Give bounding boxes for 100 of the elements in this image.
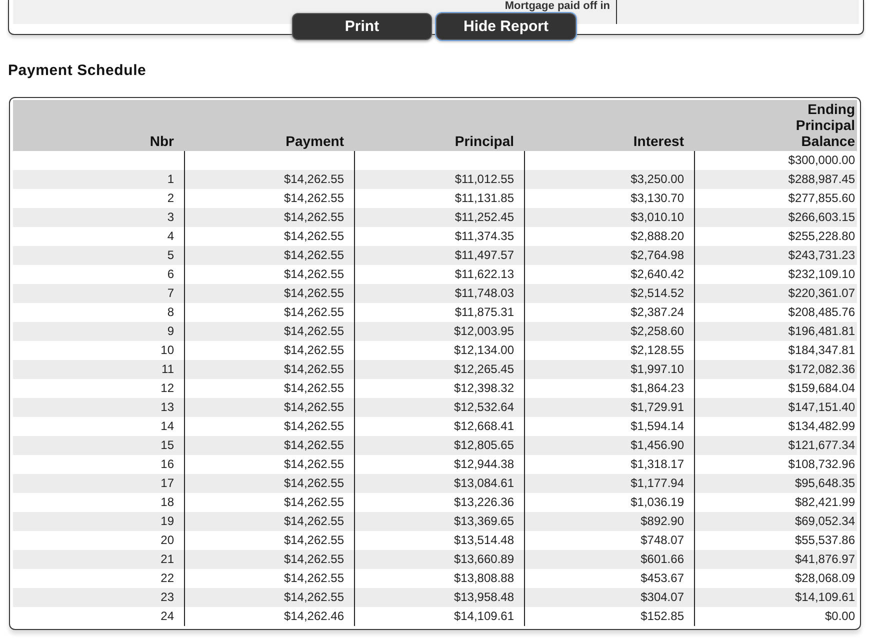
- table-cell: 5: [167, 248, 174, 262]
- table-cell: $95,648.35: [794, 476, 855, 490]
- table-cell: 8: [167, 305, 174, 319]
- table-cell: $184,347.81: [788, 343, 855, 357]
- table-cell: $196,481.81: [788, 324, 855, 338]
- table-cell: $14,262.55: [284, 305, 344, 319]
- table-cell: 10: [160, 343, 174, 357]
- table-cell: $11,252.45: [454, 210, 514, 224]
- table-cell: $14,262.55: [284, 419, 344, 433]
- table-cell: 14: [160, 419, 174, 433]
- table-cell: $277,855.60: [788, 191, 855, 205]
- column-header: Payment: [284, 132, 345, 151]
- table-cell: $152.85: [640, 609, 684, 623]
- table-cell: 24: [160, 609, 174, 623]
- table-cell: $14,262.55: [284, 381, 344, 395]
- table-cell: $14,262.55: [284, 362, 344, 376]
- table-cell: $14,262.55: [284, 229, 344, 243]
- table-cell: $13,660.89: [454, 552, 514, 566]
- table-cell: $14,262.55: [284, 514, 344, 528]
- table-cell: $11,012.55: [454, 172, 514, 186]
- table-cell: 15: [160, 438, 174, 452]
- table-cell: 6: [167, 267, 174, 281]
- section-title: Payment Schedule: [8, 62, 146, 79]
- table-cell: $13,226.36: [454, 495, 514, 509]
- table-cell: $304.07: [640, 590, 684, 604]
- table-cell: 16: [160, 457, 174, 471]
- table-cell: 19: [160, 514, 174, 528]
- table-cell: $11,497.57: [454, 248, 514, 262]
- table-cell: $12,668.41: [454, 419, 514, 433]
- table-cell: $220,361.07: [788, 286, 855, 300]
- table-cell: $12,003.95: [454, 324, 514, 338]
- table-cell: $13,084.61: [454, 476, 514, 490]
- table-cell: $14,262.55: [284, 457, 344, 471]
- column-header: Principal: [454, 132, 515, 151]
- table-cell: $300,000.00: [788, 153, 855, 167]
- table-cell: $11,622.13: [454, 267, 514, 281]
- table-cell: $13,514.48: [454, 533, 514, 547]
- table-cell: $288,987.45: [788, 172, 855, 186]
- table-cell: $453.67: [640, 571, 684, 585]
- column-header: Interest: [632, 132, 685, 151]
- table-cell: $14,109.61: [454, 609, 514, 623]
- table-cell: $1,036.19: [630, 495, 684, 509]
- table-cell: $14,262.55: [284, 571, 344, 585]
- table-cell: $121,677.34: [788, 438, 855, 452]
- table-cell: $255,228.80: [788, 229, 855, 243]
- table-cell: $13,808.88: [454, 571, 514, 585]
- table-cell: 17: [160, 476, 174, 490]
- table-cell: $55,537.86: [794, 533, 855, 547]
- column-header: Ending Principal Balance: [795, 100, 856, 151]
- table-cell: $14,262.55: [284, 172, 344, 186]
- table-cell: $14,262.55: [284, 590, 344, 604]
- table-cell: $14,262.55: [284, 343, 344, 357]
- table-cell: $2,640.42: [630, 267, 684, 281]
- table-cell: $14,262.55: [284, 476, 344, 490]
- table-cell: $13,369.65: [454, 514, 514, 528]
- table-cell: 22: [160, 571, 174, 585]
- hide-report-button[interactable]: Hide Report: [436, 13, 576, 40]
- table-cell: $3,010.10: [630, 210, 684, 224]
- table-cell: 7: [167, 286, 174, 300]
- table-cell: $3,130.70: [630, 191, 684, 205]
- table-cell: $11,374.35: [454, 229, 514, 243]
- table-cell: $14,262.55: [284, 286, 344, 300]
- column-header: Nbr: [148, 132, 175, 151]
- table-cell: $12,944.38: [454, 457, 514, 471]
- table-cell: $14,262.46: [284, 609, 344, 623]
- table-cell: $14,262.55: [284, 400, 344, 414]
- table-cell: $3,250.00: [630, 172, 684, 186]
- table-cell: 20: [160, 533, 174, 547]
- table-cell: $748.07: [640, 533, 684, 547]
- table-cell: $14,262.55: [284, 191, 344, 205]
- table-cell: $266,603.15: [788, 210, 855, 224]
- table-cell: $14,262.55: [284, 533, 344, 547]
- table-cell: 12: [160, 381, 174, 395]
- table-cell: $12,398.32: [454, 381, 514, 395]
- table-cell: $1,997.10: [630, 362, 684, 376]
- table-cell: $232,109.10: [788, 267, 855, 281]
- table-cell: $208,485.76: [788, 305, 855, 319]
- table-cell: $1,729.91: [630, 400, 684, 414]
- table-cell: $14,109.61: [794, 590, 855, 604]
- table-cell: $14,262.55: [284, 324, 344, 338]
- table-cell: $2,128.55: [630, 343, 684, 357]
- table-cell: $159,684.04: [788, 381, 855, 395]
- table-cell: $601.66: [640, 552, 684, 566]
- table-cell: $12,134.00: [454, 343, 514, 357]
- table-cell: $14,262.55: [284, 438, 344, 452]
- table-cell: $14,262.55: [284, 552, 344, 566]
- table-cell: $243,731.23: [788, 248, 855, 262]
- table-cell: $2,888.20: [630, 229, 684, 243]
- print-button[interactable]: Print: [292, 13, 432, 40]
- table-cell: $172,082.36: [788, 362, 855, 376]
- table-cell: $41,876.97: [794, 552, 855, 566]
- table-cell: $1,594.14: [630, 419, 684, 433]
- table-cell: $1,318.17: [630, 457, 684, 471]
- table-cell: $12,532.64: [454, 400, 514, 414]
- table-cell: 9: [167, 324, 174, 338]
- table-cell: $14,262.55: [284, 495, 344, 509]
- table-cell: 2: [167, 191, 174, 205]
- table-cell: 13: [160, 400, 174, 414]
- table-cell: $1,864.23: [630, 381, 684, 395]
- table-cell: $2,514.52: [630, 286, 684, 300]
